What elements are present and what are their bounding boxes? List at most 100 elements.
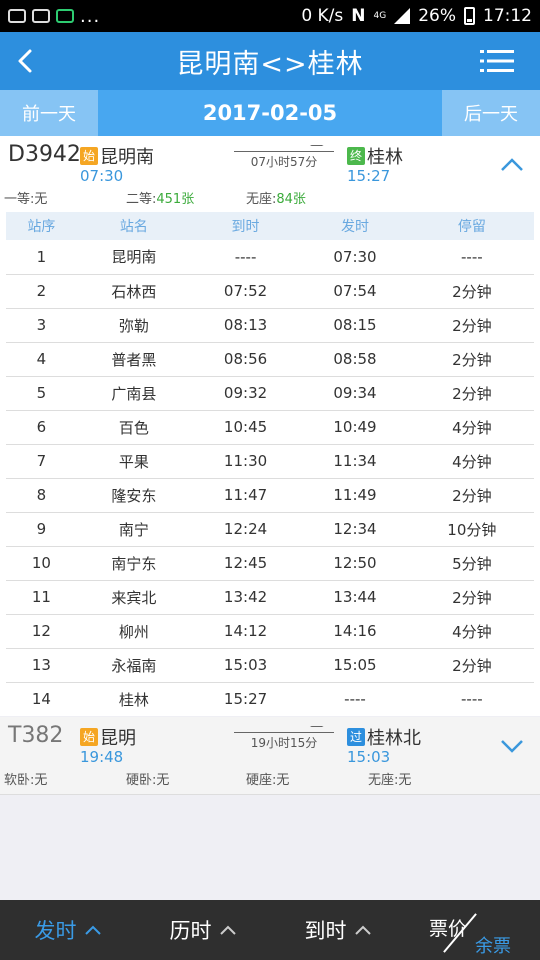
stop-station: 来宾北 [76,580,191,615]
clock: 17:12 [483,6,532,26]
stop-depart: 13:44 [300,580,410,615]
stop-duration: ---- [461,690,483,709]
train-code: D3942 [8,142,81,167]
col-station: 站名 [76,212,191,240]
battery-icon [464,7,475,25]
stop-arrive: 07:52 [190,274,301,309]
stop-arrive: 08:13 [190,308,301,343]
seat-second-label: 二等: [126,192,157,207]
prev-day-button[interactable]: 前一天 [0,90,98,136]
stop-arrive: 11:30 [190,444,301,479]
table-row: 3 弥勒 08:13 08:15 2分钟 [6,308,534,343]
stop-seq: 9 [6,512,77,547]
train-card-t382[interactable]: T382 始 昆明 19:48 19小时15分 过 桂林北 15:03 软卧:无… [0,717,540,795]
stop-arrive: ---- [190,240,301,275]
table-row: 4 普者黑 08:56 08:58 2分钟 [6,342,534,377]
stop-duration: 2分钟 [409,478,534,513]
stop-seq: 6 [6,410,77,445]
network-type: 4G [373,10,387,21]
stop-depart: 08:58 [300,342,410,377]
stop-arrive: 11:47 [190,478,301,513]
train-summary[interactable]: D3942 始 昆明南 07:30 07小时57分 终 桂林 15:27 一等:… [0,136,540,212]
sort-by-depart-button[interactable]: 发时 [0,915,135,945]
chevron-up-icon[interactable] [500,158,524,172]
stop-station: 普者黑 [76,342,191,377]
departure-station-name: 昆明 [100,728,136,749]
train-summary[interactable]: T382 始 昆明 19:48 19小时15分 过 桂林北 15:03 软卧:无… [0,717,540,793]
stop-station: 南宁 [76,512,191,547]
status-bar: ... 0 K/s N 4G 26% 17:12 [0,0,540,32]
back-arrow-icon[interactable] [14,48,40,74]
stop-duration: 10分钟 [409,512,534,547]
stop-arrive: 12:24 [190,512,301,547]
price-remaining-toggle[interactable]: 票价 余票 [405,900,540,960]
stop-station: 柳州 [76,614,191,649]
sort-by-arrive-button[interactable]: 到时 [270,915,405,945]
stop-seq: 11 [6,580,77,615]
table-row: 8 隆安东 11:47 11:49 2分钟 [6,478,534,513]
table-row: 13 永福南 15:03 15:05 2分钟 [6,648,534,683]
stop-station: 隆安东 [76,478,191,513]
stop-depart: 12:50 [300,546,410,581]
stop-depart: 14:16 [300,614,410,649]
stop-station: 南宁东 [76,546,191,581]
stop-duration: 2分钟 [409,342,534,377]
selected-date[interactable]: 2017-02-05 [98,90,442,136]
chevron-up-icon [84,925,101,935]
table-row: 9 南宁 12:24 12:34 10分钟 [6,512,534,547]
arrival-time: 15:27 [347,167,391,185]
stop-duration: 5分钟 [409,546,534,581]
stop-seq: 5 [6,376,77,411]
stop-duration: 2分钟 [409,376,534,411]
stop-depart: 11:34 [300,444,410,479]
stop-duration: 2分钟 [409,648,534,683]
stop-station: 昆明南 [76,240,191,275]
stop-arrive: 15:03 [190,648,301,683]
table-row: 7 平果 11:30 11:34 4分钟 [6,444,534,479]
departure-station: 始 昆明南 [80,143,154,169]
passing-tag: 过 [347,728,365,746]
duration-arrow [234,727,334,733]
departure-time: 07:30 [80,167,124,185]
stop-arrive: 09:32 [190,376,301,411]
nfc-icon: N [351,6,366,26]
stop-station: 平果 [76,444,191,479]
arrival-station: 过 桂林北 [347,724,421,750]
stop-seq: 1 [6,240,77,275]
chevron-down-icon[interactable] [500,739,524,753]
chevron-up-icon [219,925,236,935]
status-left: ... [8,6,301,27]
sort-by-duration-button[interactable]: 历时 [135,915,270,945]
stop-arrive: 10:45 [190,410,301,445]
seat-second-class: 二等:451张 [126,188,194,207]
table-row: 2 石林西 07:52 07:54 2分钟 [6,274,534,309]
travel-duration: 07小时57分 [234,146,334,170]
network-speed: 0 K/s [301,6,344,26]
seat-soft-sleeper: 软卧:无 [4,773,48,788]
stop-depart: 07:30 [300,240,410,275]
duration-text: 19小时15分 [250,736,318,750]
table-row: 1 昆明南 ---- 07:30 ---- [6,240,534,275]
train-card-d3942[interactable]: D3942 始 昆明南 07:30 07小时57分 终 桂林 15:27 一等:… [0,136,540,716]
battery-percent: 26% [418,6,456,26]
stop-station: 永福南 [76,648,191,683]
remaining-label: 余票 [475,936,511,957]
seat-noseat-label: 无座: [246,192,277,207]
seat-no-seat: 无座:无 [368,773,412,788]
next-day-button[interactable]: 后一天 [442,90,540,136]
stop-duration: 4分钟 [409,444,534,479]
page-title: 昆明南<>桂林 [176,48,364,80]
stop-duration: 2分钟 [409,274,534,309]
stop-seq: 14 [31,690,51,709]
stop-depart: 12:34 [300,512,410,547]
app-header: 昆明南<>桂林 [0,32,540,90]
duration-arrow [234,146,334,152]
list-menu-icon[interactable] [480,48,514,74]
table-row: 5 广南县 09:32 09:34 2分钟 [6,376,534,411]
stop-station: 广南县 [76,376,191,411]
col-depart: 发时 [300,212,410,240]
sort-arrive-label: 到时 [304,919,347,943]
stop-seq: 2 [6,274,77,309]
seat-first-class: 一等:无 [4,192,48,207]
price-label: 票价 [429,918,468,940]
